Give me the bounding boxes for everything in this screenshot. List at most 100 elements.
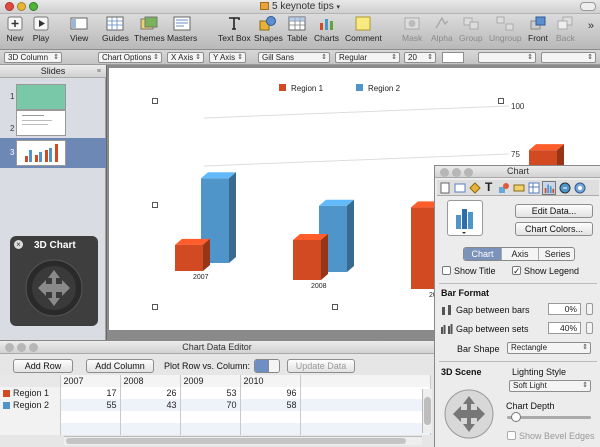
themes-button[interactable]: Themes bbox=[134, 16, 165, 43]
font-family-select[interactable]: Gill Sans bbox=[258, 52, 330, 63]
charts-button[interactable]: Charts bbox=[314, 16, 339, 43]
hyperlink-inspector-icon[interactable] bbox=[559, 182, 571, 194]
font-style-select[interactable]: Regular bbox=[335, 52, 400, 63]
slides-resize-icon[interactable]: ≡ bbox=[97, 68, 101, 75]
chart-depth-slider[interactable] bbox=[507, 412, 591, 422]
editor-horizontal-scrollbar[interactable] bbox=[64, 436, 422, 445]
gap-between-bars-stepper[interactable] bbox=[586, 303, 593, 315]
chart-colors-button[interactable]: Chart Colors... bbox=[515, 222, 593, 236]
alpha-button[interactable]: Alpha bbox=[431, 16, 453, 43]
tab-series[interactable]: Series bbox=[538, 248, 574, 260]
selection-handle[interactable] bbox=[498, 98, 504, 104]
text-color-well[interactable] bbox=[442, 52, 464, 63]
gap-between-bars-field[interactable]: 0% bbox=[548, 303, 581, 315]
chart-type-select[interactable]: 3D Column bbox=[4, 52, 62, 63]
text-box-button[interactable]: Text Box bbox=[218, 16, 251, 43]
font-size-select[interactable]: 20 bbox=[404, 52, 436, 63]
row-header[interactable]: Region 1 bbox=[0, 387, 61, 399]
slide-thumb-1[interactable]: 1 bbox=[0, 81, 106, 113]
document-inspector-icon[interactable] bbox=[439, 182, 451, 194]
graphic-inspector-icon[interactable] bbox=[498, 182, 510, 194]
list-style-select[interactable] bbox=[541, 52, 596, 63]
data-cell[interactable]: 96 bbox=[240, 387, 301, 399]
row-header[interactable]: Region 2 bbox=[0, 399, 61, 411]
chart-inspector-icon[interactable] bbox=[542, 181, 556, 195]
column-header[interactable]: 2008 bbox=[120, 375, 181, 387]
data-cell[interactable]: 43 bbox=[120, 399, 181, 411]
selection-handle[interactable] bbox=[152, 98, 158, 104]
y-axis-select[interactable]: Y Axis bbox=[209, 52, 246, 63]
text-inspector-icon[interactable]: T bbox=[485, 180, 492, 194]
view-button[interactable]: View bbox=[70, 16, 88, 43]
play-button[interactable]: Play bbox=[32, 16, 50, 43]
slide-thumb-2[interactable]: 2 bbox=[0, 110, 106, 138]
new-slide-button[interactable]: New bbox=[6, 16, 24, 43]
table-inspector-icon[interactable] bbox=[528, 182, 540, 194]
add-row-button[interactable]: Add Row bbox=[13, 359, 73, 373]
x-axis-select[interactable]: X Axis bbox=[167, 52, 204, 63]
comment-button[interactable]: Comment bbox=[345, 16, 382, 43]
editor-vertical-scrollbar[interactable] bbox=[422, 389, 432, 433]
data-cell[interactable]: 53 bbox=[180, 387, 241, 399]
toolbar-toggle-button[interactable] bbox=[580, 2, 596, 11]
data-cell[interactable]: 58 bbox=[240, 399, 301, 411]
group-button[interactable]: Group bbox=[459, 16, 483, 43]
metrics-inspector-icon[interactable] bbox=[513, 182, 525, 194]
title-menu-chevron-icon[interactable]: ▾ bbox=[336, 4, 340, 11]
mask-button[interactable]: Mask bbox=[402, 16, 422, 43]
masters-button[interactable]: Masters bbox=[167, 16, 197, 43]
slide-thumb-3-selected[interactable]: 3 bbox=[0, 138, 106, 168]
rotate-3d-control-icon[interactable] bbox=[443, 388, 495, 440]
toolbar-overflow-chevron-icon[interactable]: » bbox=[588, 20, 594, 32]
empty-cell[interactable] bbox=[300, 375, 431, 387]
data-cell[interactable]: 26 bbox=[120, 387, 181, 399]
build-inspector-icon[interactable] bbox=[469, 182, 481, 194]
column-header[interactable]: 2010 bbox=[240, 375, 301, 387]
gap-between-sets-stepper[interactable] bbox=[586, 322, 593, 334]
empty-cell[interactable] bbox=[300, 399, 431, 411]
inspector-zoom-button[interactable] bbox=[464, 168, 473, 177]
editor-minimize-button[interactable] bbox=[17, 343, 26, 352]
ungroup-button[interactable]: Ungroup bbox=[489, 16, 522, 43]
plot-toggle[interactable] bbox=[254, 359, 280, 373]
paragraph-style-select[interactable] bbox=[478, 52, 536, 63]
bar-shape-select[interactable]: Rectangle bbox=[507, 342, 591, 354]
add-column-button[interactable]: Add Column bbox=[86, 359, 154, 373]
gap-between-sets-field[interactable]: 40% bbox=[548, 322, 581, 334]
data-cell[interactable]: 55 bbox=[60, 399, 121, 411]
front-button[interactable]: Front bbox=[528, 16, 548, 43]
tab-axis[interactable]: Axis bbox=[501, 248, 538, 260]
editor-close-button[interactable] bbox=[5, 343, 14, 352]
selection-handle[interactable] bbox=[332, 304, 338, 310]
plot-columns-icon[interactable] bbox=[268, 360, 279, 372]
lighting-style-select[interactable]: Soft Light bbox=[509, 380, 591, 392]
data-cell[interactable]: 17 bbox=[60, 387, 121, 399]
hud-close-icon[interactable]: × bbox=[14, 240, 23, 249]
selection-handle[interactable] bbox=[152, 202, 158, 208]
tab-chart[interactable]: Chart bbox=[464, 248, 501, 260]
shapes-button[interactable]: Shapes bbox=[254, 16, 283, 43]
show-bevel-edges-checkbox[interactable] bbox=[507, 431, 516, 440]
inspector-minimize-button[interactable] bbox=[452, 168, 461, 177]
chart-type-picker[interactable] bbox=[447, 200, 483, 236]
slide-inspector-icon[interactable] bbox=[454, 182, 466, 194]
data-cell[interactable]: 70 bbox=[180, 399, 241, 411]
chart-depth-thumb[interactable] bbox=[511, 412, 521, 422]
edit-data-button[interactable]: Edit Data... bbox=[515, 204, 593, 218]
editor-zoom-button[interactable] bbox=[29, 343, 38, 352]
update-data-button[interactable]: Update Data bbox=[287, 359, 355, 373]
column-header[interactable]: 2009 bbox=[180, 375, 241, 387]
inspector-close-button[interactable] bbox=[440, 168, 449, 177]
plot-rows-icon[interactable] bbox=[255, 360, 268, 372]
column-header[interactable]: 2007 bbox=[60, 375, 121, 387]
chart-options-select[interactable]: Chart Options bbox=[98, 52, 162, 63]
selection-handle[interactable] bbox=[152, 304, 158, 310]
empty-cell[interactable] bbox=[300, 387, 431, 399]
show-legend-checkbox[interactable]: ✓ bbox=[512, 266, 521, 276]
back-button[interactable]: Back bbox=[556, 16, 575, 43]
guides-button[interactable]: Guides bbox=[102, 16, 129, 43]
rotate-3d-control-icon[interactable] bbox=[24, 258, 84, 318]
show-title-checkbox[interactable] bbox=[442, 266, 451, 275]
quicktime-inspector-icon[interactable] bbox=[574, 182, 586, 194]
table-button[interactable]: Table bbox=[287, 16, 307, 43]
